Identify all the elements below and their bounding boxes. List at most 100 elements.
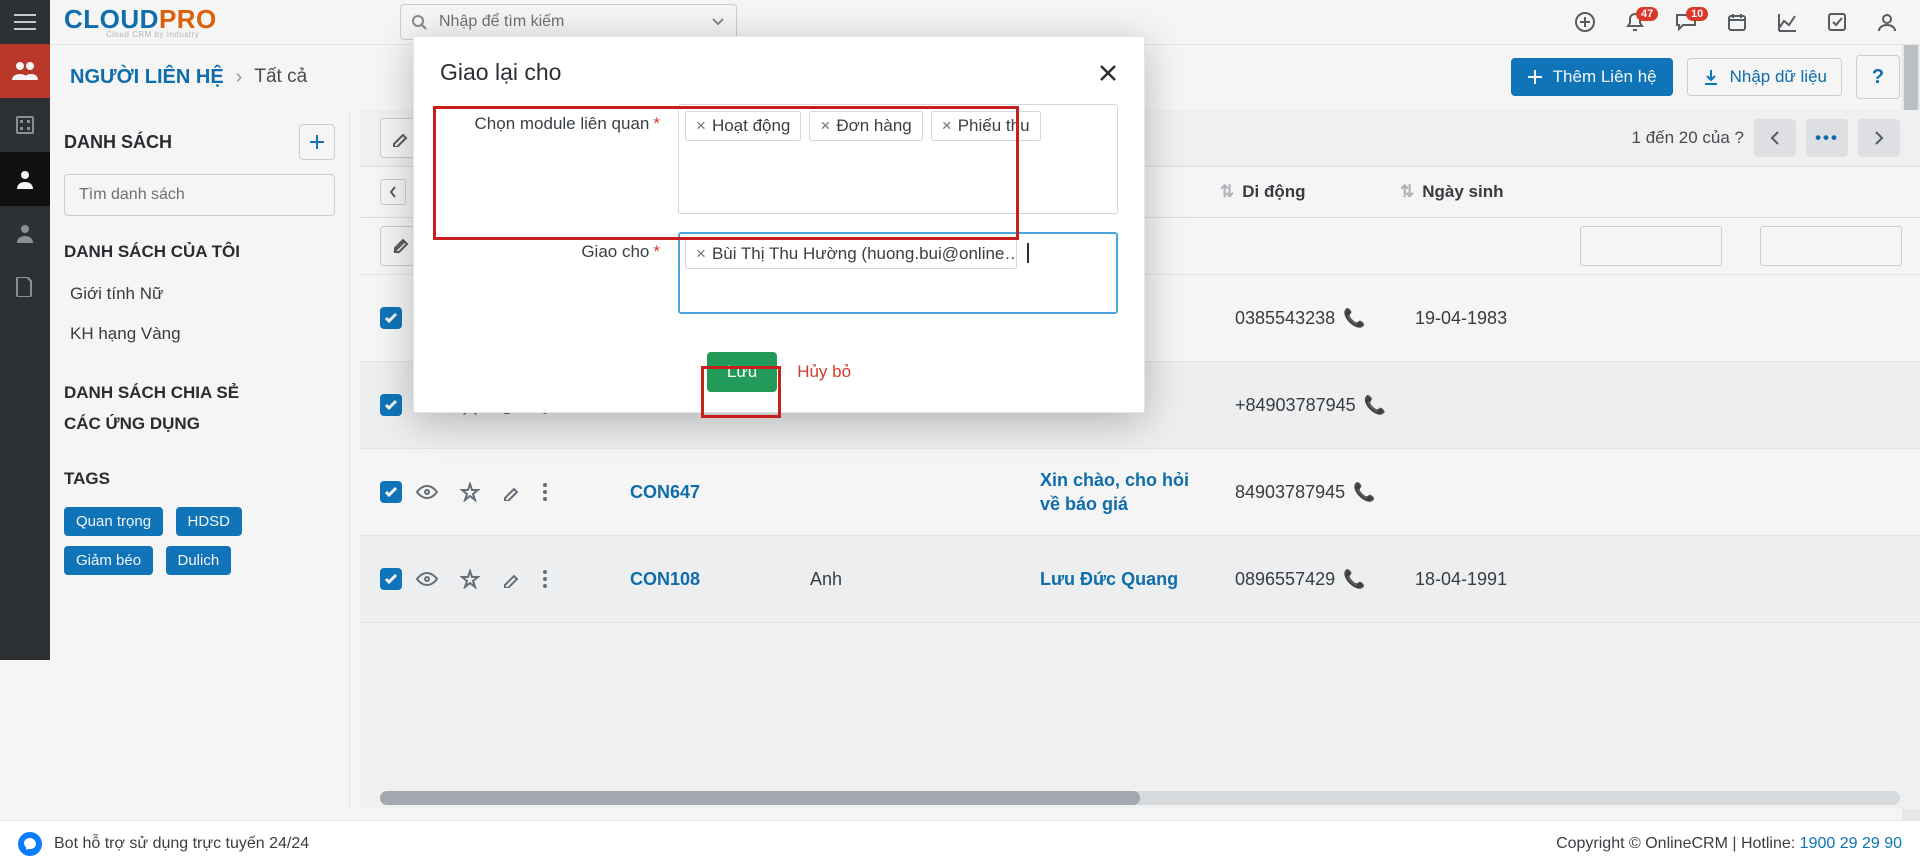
bell-badge: 47 — [1636, 7, 1658, 21]
pager-prev[interactable] — [1754, 119, 1796, 157]
breadcrumb-module[interactable]: NGƯỜI LIÊN HỆ — [70, 66, 224, 89]
row-name[interactable]: Lưu Đức Quang — [1040, 569, 1178, 590]
col-mobile[interactable]: ⇅Di động — [1220, 182, 1306, 202]
import-label: Nhập dữ liệu — [1730, 67, 1827, 87]
filter-dob-input[interactable] — [1760, 226, 1902, 266]
list-search-input[interactable] — [77, 185, 322, 205]
phone-icon[interactable]: 📞 — [1353, 482, 1375, 502]
hotline-link[interactable]: 1900 29 29 90 — [1800, 835, 1902, 852]
copyright-text: Copyright © OnlineCRM — [1556, 835, 1728, 852]
global-search-input[interactable] — [437, 12, 700, 32]
list-item[interactable]: KH hạng Vàng — [64, 314, 335, 354]
save-button[interactable]: Lưu — [707, 352, 777, 392]
cancel-button[interactable]: Hủy bỏ — [797, 362, 851, 382]
tag-chip[interactable]: HDSD — [176, 507, 243, 536]
assignee-chip[interactable]: ×Bùi Thị Thu Hường (huong.bui@online… — [685, 239, 1017, 269]
calendar-icon[interactable] — [1726, 11, 1748, 33]
rail-person-icon[interactable] — [0, 152, 50, 206]
rail-building-icon[interactable] — [0, 98, 50, 152]
edit-icon[interactable] — [502, 483, 520, 501]
remove-icon[interactable]: × — [696, 116, 706, 136]
phone-icon[interactable]: 📞 — [1364, 395, 1386, 415]
bot-text: Bot hỗ trợ sử dụng trực tuyến 24/24 — [54, 835, 309, 853]
col-dob[interactable]: ⇅Ngày sinh — [1400, 182, 1504, 202]
pager-next[interactable] — [1858, 119, 1900, 157]
collapse-icon[interactable] — [380, 179, 406, 205]
chat-icon[interactable]: 10 — [1674, 11, 1698, 33]
table-row: CON647 Xin chào, cho hỏi về báo giá 8490… — [360, 449, 1920, 536]
row-code[interactable]: CON647 — [630, 482, 700, 503]
tags-title: TAGS — [64, 469, 335, 489]
bell-icon[interactable]: 47 — [1624, 11, 1646, 33]
tag-chip[interactable]: Giảm béo — [64, 546, 153, 575]
rail-contacts-icon[interactable] — [0, 44, 50, 98]
row-phone: +84903787945 — [1235, 395, 1356, 415]
profile-icon[interactable] — [1876, 11, 1898, 33]
add-icon[interactable] — [1574, 11, 1596, 33]
breadcrumb-tail: Tất cả — [254, 66, 307, 88]
close-icon[interactable] — [1098, 63, 1118, 83]
analytics-icon[interactable] — [1776, 11, 1798, 33]
sidebar: DANH SÁCH DANH SÁCH CỦA TÔI Giới tính Nữ… — [50, 110, 350, 809]
text-cursor — [1027, 243, 1029, 263]
add-contact-button[interactable]: Thêm Liên hệ — [1511, 58, 1673, 96]
check-icon[interactable] — [1826, 11, 1848, 33]
module-chip[interactable]: ×Hoạt động — [685, 111, 801, 141]
help-button[interactable]: ? — [1856, 55, 1900, 99]
module-chip[interactable]: ×Đơn hàng — [809, 111, 922, 141]
eye-icon[interactable] — [416, 484, 438, 500]
menu-toggle-icon[interactable] — [0, 0, 50, 44]
apps-title[interactable]: CÁC ỨNG DỤNG — [64, 409, 335, 440]
chat-badge: 10 — [1686, 7, 1708, 21]
global-search[interactable] — [400, 4, 737, 40]
row-dob: 18-04-1991 — [1415, 569, 1507, 590]
tag-chip[interactable]: Dulich — [166, 546, 232, 575]
filter-mobile-input[interactable] — [1580, 226, 1722, 266]
my-lists: Giới tính Nữ KH hạng Vàng — [64, 274, 335, 354]
row-dob: 19-04-1983 — [1415, 308, 1507, 329]
list-item[interactable]: Giới tính Nữ — [64, 274, 335, 314]
add-list-button[interactable] — [299, 124, 335, 160]
shared-lists-title[interactable]: DANH SÁCH CHIA SẺ — [64, 378, 335, 409]
pager-menu[interactable]: ••• — [1806, 119, 1848, 157]
list-search[interactable] — [64, 174, 335, 216]
module-multiselect[interactable]: ×Hoạt động ×Đơn hàng ×Phiếu thu — [678, 104, 1118, 214]
row-name[interactable]: Xin chào, cho hỏi về báo giá — [1040, 468, 1210, 517]
chevron-right-icon: › — [236, 66, 243, 89]
row-checkbox[interactable] — [380, 481, 402, 503]
footer: Bot hỗ trợ sử dụng trực tuyến 24/24 Copy… — [0, 820, 1920, 867]
tag-chip[interactable]: Quan trọng — [64, 507, 163, 536]
remove-icon[interactable]: × — [820, 116, 830, 136]
reassign-modal: Giao lại cho Chọn module liên quan* ×Hoạ… — [413, 36, 1145, 413]
module-chip[interactable]: ×Phiếu thu — [931, 111, 1041, 141]
phone-icon[interactable]: 📞 — [1343, 308, 1365, 328]
row-checkbox[interactable] — [380, 307, 402, 329]
horizontal-scrollbar[interactable] — [380, 791, 1900, 805]
row-phone: 0896557429 — [1235, 569, 1335, 589]
logo[interactable]: CLOUDPRO Cloud CRM by Industry — [50, 0, 330, 44]
add-contact-label: Thêm Liên hệ — [1553, 67, 1657, 87]
rail-doc-icon[interactable] — [0, 260, 50, 314]
row-checkbox[interactable] — [380, 394, 402, 416]
search-icon — [401, 14, 437, 30]
assignee-multiselect[interactable]: ×Bùi Thị Thu Hường (huong.bui@online… — [678, 232, 1118, 314]
import-button[interactable]: Nhập dữ liệu — [1687, 58, 1842, 96]
more-icon[interactable] — [542, 569, 548, 589]
row-code[interactable]: CON108 — [630, 569, 700, 590]
module-label: Chọn module liên quan — [475, 114, 650, 133]
row-checkbox[interactable] — [380, 568, 402, 590]
eye-icon[interactable] — [416, 571, 438, 587]
phone-icon[interactable]: 📞 — [1343, 569, 1365, 589]
messenger-icon[interactable] — [18, 832, 42, 856]
star-icon[interactable] — [460, 569, 480, 589]
row-phone: 84903787945 — [1235, 482, 1345, 502]
rail-user-icon[interactable] — [0, 206, 50, 260]
remove-icon[interactable]: × — [942, 116, 952, 136]
left-rail — [0, 0, 50, 660]
logo-pro-text: PRO — [159, 6, 217, 32]
more-icon[interactable] — [542, 482, 548, 502]
remove-icon[interactable]: × — [696, 244, 706, 264]
edit-icon[interactable] — [502, 570, 520, 588]
chevron-down-icon[interactable] — [700, 18, 736, 26]
star-icon[interactable] — [460, 482, 480, 502]
